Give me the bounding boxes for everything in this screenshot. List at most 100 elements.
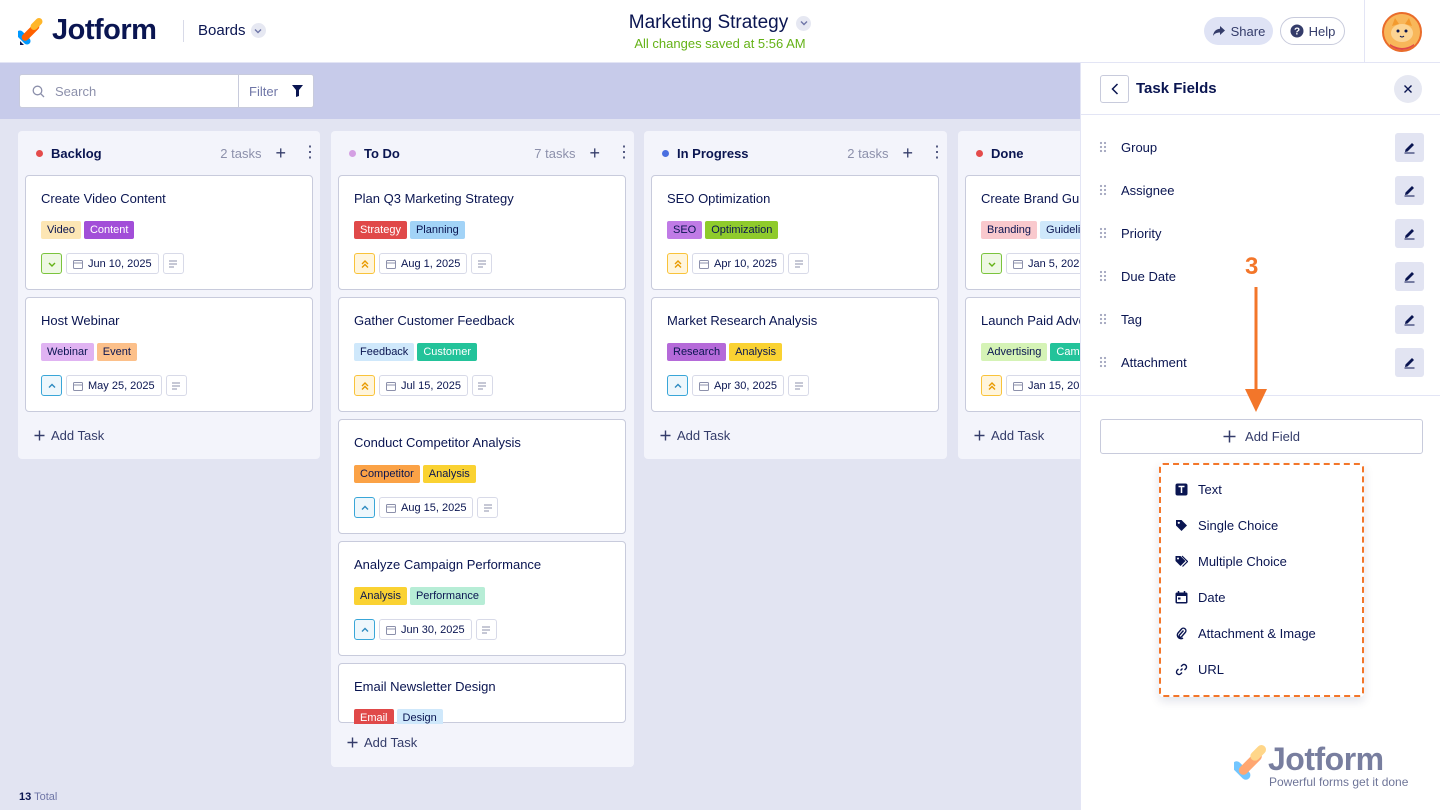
jotform-watermark-icon: [1234, 745, 1267, 780]
more-options-icon[interactable]: ⋮: [302, 145, 318, 161]
drag-handle-icon[interactable]: [1099, 356, 1107, 368]
chevron-up-icon: [361, 627, 368, 632]
avatar[interactable]: [1382, 12, 1422, 52]
due-date[interactable]: Apr 10, 2025: [692, 253, 784, 274]
boards-label: Boards: [198, 22, 246, 39]
due-date[interactable]: Jul 15, 2025: [379, 375, 468, 396]
task-card[interactable]: Launch Paid Advertising AdvertisingCampai…: [965, 297, 1080, 412]
description-button[interactable]: [162, 253, 184, 274]
add-task-plus-icon[interactable]: +: [902, 144, 913, 162]
tag-badge: Research: [667, 343, 727, 361]
task-card[interactable]: Gather Customer Feedback Feedback Customer…: [338, 297, 626, 412]
due-date[interactable]: May 25, 2025: [66, 375, 162, 396]
edit-field-button[interactable]: [1395, 218, 1424, 248]
priority-badge[interactable]: [354, 497, 375, 518]
divider: [1364, 0, 1365, 63]
close-icon: [1404, 85, 1412, 93]
add-task-plus-icon[interactable]: +: [589, 144, 600, 162]
due-date[interactable]: Jan 15, 2025: [1006, 375, 1080, 396]
watermark-name: Jotform: [1268, 741, 1384, 777]
jotform-watermark: Jotform Powerful forms get it done: [1234, 741, 1408, 789]
add-task-button[interactable]: Add Task: [347, 735, 417, 750]
due-date[interactable]: Jan 5, 2025: [1006, 253, 1080, 274]
status-dot: [36, 149, 43, 157]
task-card[interactable]: Analyze Campaign Performance Analysis Perf…: [338, 541, 626, 656]
field-type-option-date[interactable]: Date: [1175, 590, 1225, 605]
task-meta: Apr 30, 2025: [667, 375, 809, 396]
edit-field-button[interactable]: [1395, 261, 1424, 291]
help-icon: ?: [1290, 24, 1304, 38]
drag-handle-icon[interactable]: [1099, 141, 1107, 153]
more-options-icon[interactable]: ⋮: [929, 145, 945, 161]
boards-dropdown[interactable]: Boards: [198, 22, 266, 39]
task-title: Launch Paid Advertising: [981, 313, 1080, 328]
description-lines-icon: [172, 382, 181, 389]
field-type-option-attachment-image[interactable]: Attachment & Image: [1175, 626, 1316, 641]
more-options-icon[interactable]: ⋮: [616, 145, 632, 161]
add-task-button[interactable]: Add Task: [974, 428, 1044, 443]
add-task-button[interactable]: Add Task: [34, 428, 104, 443]
priority-badge[interactable]: [41, 253, 62, 274]
tag-list: BrandingGuidelines: [981, 221, 1080, 239]
description-button[interactable]: [788, 375, 809, 396]
task-card[interactable]: Create Video Content Video Content Jun 10, …: [25, 175, 313, 290]
drag-handle-icon[interactable]: [1099, 313, 1107, 325]
column-to-do: To Do 7 tasks + ⋮ Plan Q3 Marketing Strategy…: [331, 131, 634, 767]
due-date[interactable]: Aug 1, 2025: [379, 253, 468, 274]
task-card[interactable]: Plan Q3 Marketing Strategy Strategy Planni…: [338, 175, 626, 290]
add-field-button[interactable]: Add Field: [1100, 419, 1423, 454]
status-dot: [349, 149, 356, 157]
due-date[interactable]: Jun 10, 2025: [66, 253, 159, 274]
field-row-priority: Priority: [1099, 218, 1424, 248]
task-card[interactable]: Market Research Analysis Research Analysis…: [651, 297, 939, 412]
board-title[interactable]: Marketing Strategy: [629, 12, 812, 34]
task-card[interactable]: Host Webinar Webinar Event May 25, 2025: [25, 297, 313, 412]
tag-badge: Performance: [409, 587, 485, 605]
filter-button[interactable]: Filter: [238, 74, 314, 108]
add-task-button[interactable]: Add Task: [660, 428, 730, 443]
field-type-option-multiple-choice[interactable]: Multiple Choice: [1175, 554, 1287, 569]
priority-badge[interactable]: [981, 375, 1002, 396]
tag-badge: Analysis: [422, 465, 476, 483]
help-button[interactable]: ? Help: [1280, 17, 1345, 45]
due-date[interactable]: Aug 15, 2025: [379, 497, 474, 518]
edit-field-button[interactable]: [1395, 132, 1424, 162]
edit-field-button[interactable]: [1395, 347, 1424, 377]
description-button[interactable]: [788, 253, 809, 274]
drag-handle-icon[interactable]: [1099, 270, 1107, 282]
description-lines-icon: [794, 382, 803, 389]
field-type-option-text[interactable]: Text: [1175, 482, 1222, 497]
task-card[interactable]: Email Newsletter Design Email Design: [338, 663, 626, 727]
drag-handle-icon[interactable]: [1099, 227, 1107, 239]
field-type-option-url[interactable]: URL: [1175, 662, 1224, 677]
edit-field-button[interactable]: [1395, 175, 1424, 205]
share-button[interactable]: Share: [1204, 17, 1273, 45]
due-date[interactable]: Apr 30, 2025: [692, 375, 784, 396]
priority-badge[interactable]: [41, 375, 62, 396]
jotform-logo[interactable]: Jotform: [18, 14, 157, 47]
task-card[interactable]: Conduct Competitor Analysis Competitor Ana…: [338, 419, 626, 534]
priority-badge[interactable]: [354, 375, 375, 396]
description-button[interactable]: [471, 375, 493, 396]
priority-badge[interactable]: [667, 253, 688, 274]
drag-handle-icon[interactable]: [1099, 184, 1107, 196]
description-button[interactable]: [165, 375, 187, 396]
close-button[interactable]: [1394, 75, 1422, 103]
task-card[interactable]: Create Brand Guidelines BrandingGuideline…: [965, 175, 1080, 290]
task-count: 2 tasks: [847, 145, 889, 161]
back-button[interactable]: [1100, 75, 1129, 103]
task-card[interactable]: SEO Optimization SEO Optimization Apr 10, 2…: [651, 175, 939, 290]
search-icon: [32, 85, 45, 97]
due-date[interactable]: Jun 30, 2025: [379, 619, 472, 640]
description-button[interactable]: [475, 619, 497, 640]
add-task-plus-icon[interactable]: +: [275, 144, 286, 162]
priority-badge[interactable]: [354, 619, 375, 640]
priority-badge[interactable]: [354, 253, 375, 274]
search-input[interactable]: Search: [19, 74, 239, 108]
description-button[interactable]: [477, 497, 499, 518]
priority-badge[interactable]: [667, 375, 688, 396]
description-button[interactable]: [471, 253, 493, 274]
priority-badge[interactable]: [981, 253, 1002, 274]
field-type-option-single-choice[interactable]: Single Choice: [1175, 518, 1278, 533]
edit-field-button[interactable]: [1395, 304, 1424, 334]
